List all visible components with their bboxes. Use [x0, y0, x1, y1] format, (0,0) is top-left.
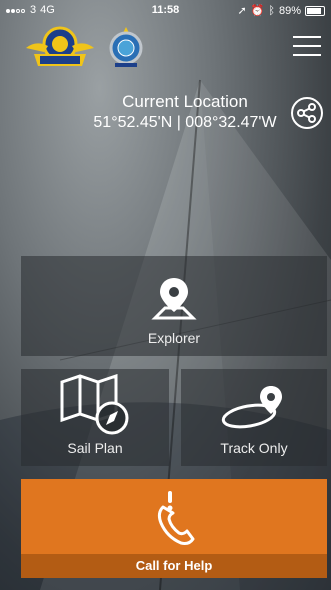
location-arrow-icon: ➚: [237, 5, 247, 17]
track-only-tile[interactable]: Track Only: [181, 369, 327, 466]
status-bar: 3 4G 11:58 ➚ ⏰ ᛒ 89%: [0, 0, 331, 20]
sail-plan-label: Sail Plan: [67, 440, 123, 456]
call-for-help-label: Call for Help: [21, 554, 327, 578]
explorer-tile[interactable]: Explorer: [21, 256, 327, 356]
phone-alert-icon: [157, 491, 195, 545]
battery-icon: [305, 5, 325, 16]
ireland-seal-logo: [109, 27, 143, 67]
current-location-title: Current Location: [122, 92, 248, 111]
alarm-icon: ⏰: [250, 5, 265, 17]
hamburger-menu-button[interactable]: [293, 36, 321, 60]
battery-percent: 89%: [278, 4, 301, 17]
share-icon: [291, 97, 323, 129]
call-for-help-button[interactable]: Call for Help: [21, 479, 327, 578]
explorer-label: Explorer: [147, 330, 201, 346]
track-route-icon: [221, 386, 282, 429]
hamburger-line: [293, 45, 321, 47]
map-pin-icon: [151, 278, 197, 320]
sail-plan-tile[interactable]: Sail Plan: [21, 369, 169, 466]
current-location-coords: 51°52.45'N | 008°32.47'W: [93, 114, 277, 131]
hamburger-icon: [293, 36, 321, 38]
share-button[interactable]: [290, 96, 324, 130]
coast-guard-logo: [26, 26, 94, 66]
map-compass-icon: [60, 374, 129, 435]
status-right: ➚ ⏰ ᛒ 89%: [237, 4, 325, 17]
track-only-label: Track Only: [220, 440, 288, 456]
hamburger-line: [293, 54, 321, 56]
bluetooth-icon: ᛒ: [268, 4, 275, 17]
